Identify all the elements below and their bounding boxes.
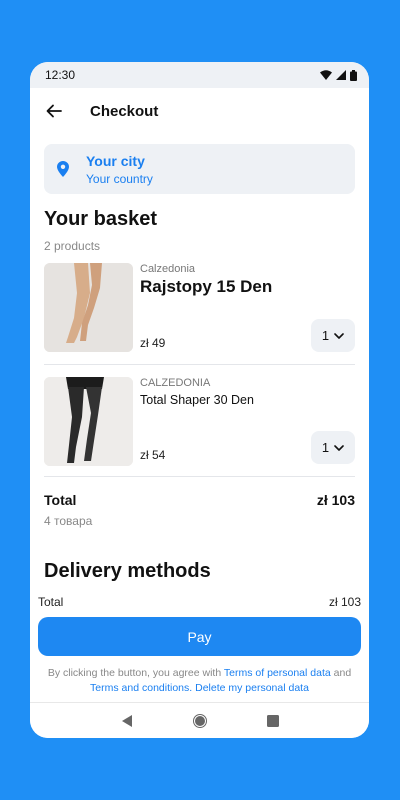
legal-and: and [330, 667, 352, 679]
basket-total-count: 4 товара [44, 514, 93, 528]
circle-home-icon [192, 713, 207, 728]
quantity-selector[interactable]: 1 [311, 319, 355, 352]
battery-icon [350, 69, 357, 81]
footer-total: Total zł 103 [38, 590, 361, 609]
footer-total-label: Total [38, 595, 64, 609]
product-price: zł 49 [140, 336, 166, 350]
terms-conditions-link[interactable]: Terms and conditions. [90, 682, 192, 694]
phone-screen: 12:30 Checkout Your city Your country Yo… [30, 62, 369, 738]
location-pin-icon [54, 161, 72, 177]
delete-personal-data-link[interactable]: Delete my personal data [195, 682, 309, 694]
quantity-value: 1 [321, 328, 330, 343]
city-label: Your city [86, 152, 145, 169]
back-button[interactable] [44, 101, 64, 121]
product-info: Calzedonia Rajstopy 15 Den zł 49 1 [140, 263, 355, 352]
product-image[interactable] [44, 377, 133, 466]
product-image[interactable] [44, 263, 133, 352]
triangle-back-icon [121, 714, 132, 727]
product-brand: CALZEDONIA [140, 377, 211, 389]
quantity-value: 1 [321, 440, 330, 455]
basket-count: 2 products [44, 239, 101, 253]
legal-prefix: By clicking the button, you agree with [47, 667, 224, 679]
country-label: Your country [86, 171, 153, 186]
square-recents-icon [266, 714, 279, 727]
location-selector[interactable]: Your city Your country [44, 144, 355, 194]
terms-personal-data-link[interactable]: Terms of personal data [224, 667, 331, 679]
nav-recents-button[interactable] [263, 711, 283, 731]
product-name[interactable]: Rajstopy 15 Den [140, 277, 355, 297]
basket-total-label: Total [44, 492, 77, 508]
basket-total: Total zł 103 [44, 492, 355, 508]
product-info: CALZEDONIA Total Shaper 30 Den zł 54 1 [140, 377, 355, 464]
basket-item: CALZEDONIA Total Shaper 30 Den zł 54 1 [44, 365, 355, 477]
quantity-selector[interactable]: 1 [311, 431, 355, 464]
arrow-left-icon [46, 104, 62, 118]
footer-total-value: zł 103 [328, 595, 361, 609]
status-bar: 12:30 [30, 62, 369, 88]
checkout-footer: Total zł 103 Pay By clicking the button,… [30, 590, 369, 696]
status-icons [320, 69, 357, 81]
status-time: 12:30 [45, 68, 76, 82]
chevron-down-icon [334, 444, 344, 451]
signal-icon [336, 70, 346, 80]
checkout-content: Your city Your country Your basket 2 pro… [30, 144, 369, 583]
legal-notice: By clicking the button, you agree with T… [38, 666, 361, 696]
basket-title: Your basket [44, 208, 157, 230]
basket-item: Calzedonia Rajstopy 15 Den zł 49 1 [44, 263, 355, 365]
product-price: zł 54 [140, 448, 166, 462]
wifi-icon [320, 70, 332, 80]
pay-button[interactable]: Pay [38, 617, 361, 656]
product-name[interactable]: Total Shaper 30 Den [140, 393, 355, 407]
app-bar: Checkout [30, 88, 369, 134]
chevron-down-icon [334, 332, 344, 339]
location-text: Your city Your country [86, 153, 153, 186]
system-nav-bar [30, 702, 369, 738]
page-title: Checkout [90, 102, 159, 120]
basket-total-value: zł 103 [316, 492, 355, 508]
delivery-methods-title: Delivery methods [44, 560, 211, 582]
nav-home-button[interactable] [190, 711, 210, 731]
product-brand: Calzedonia [140, 263, 196, 275]
nav-back-button[interactable] [117, 711, 137, 731]
